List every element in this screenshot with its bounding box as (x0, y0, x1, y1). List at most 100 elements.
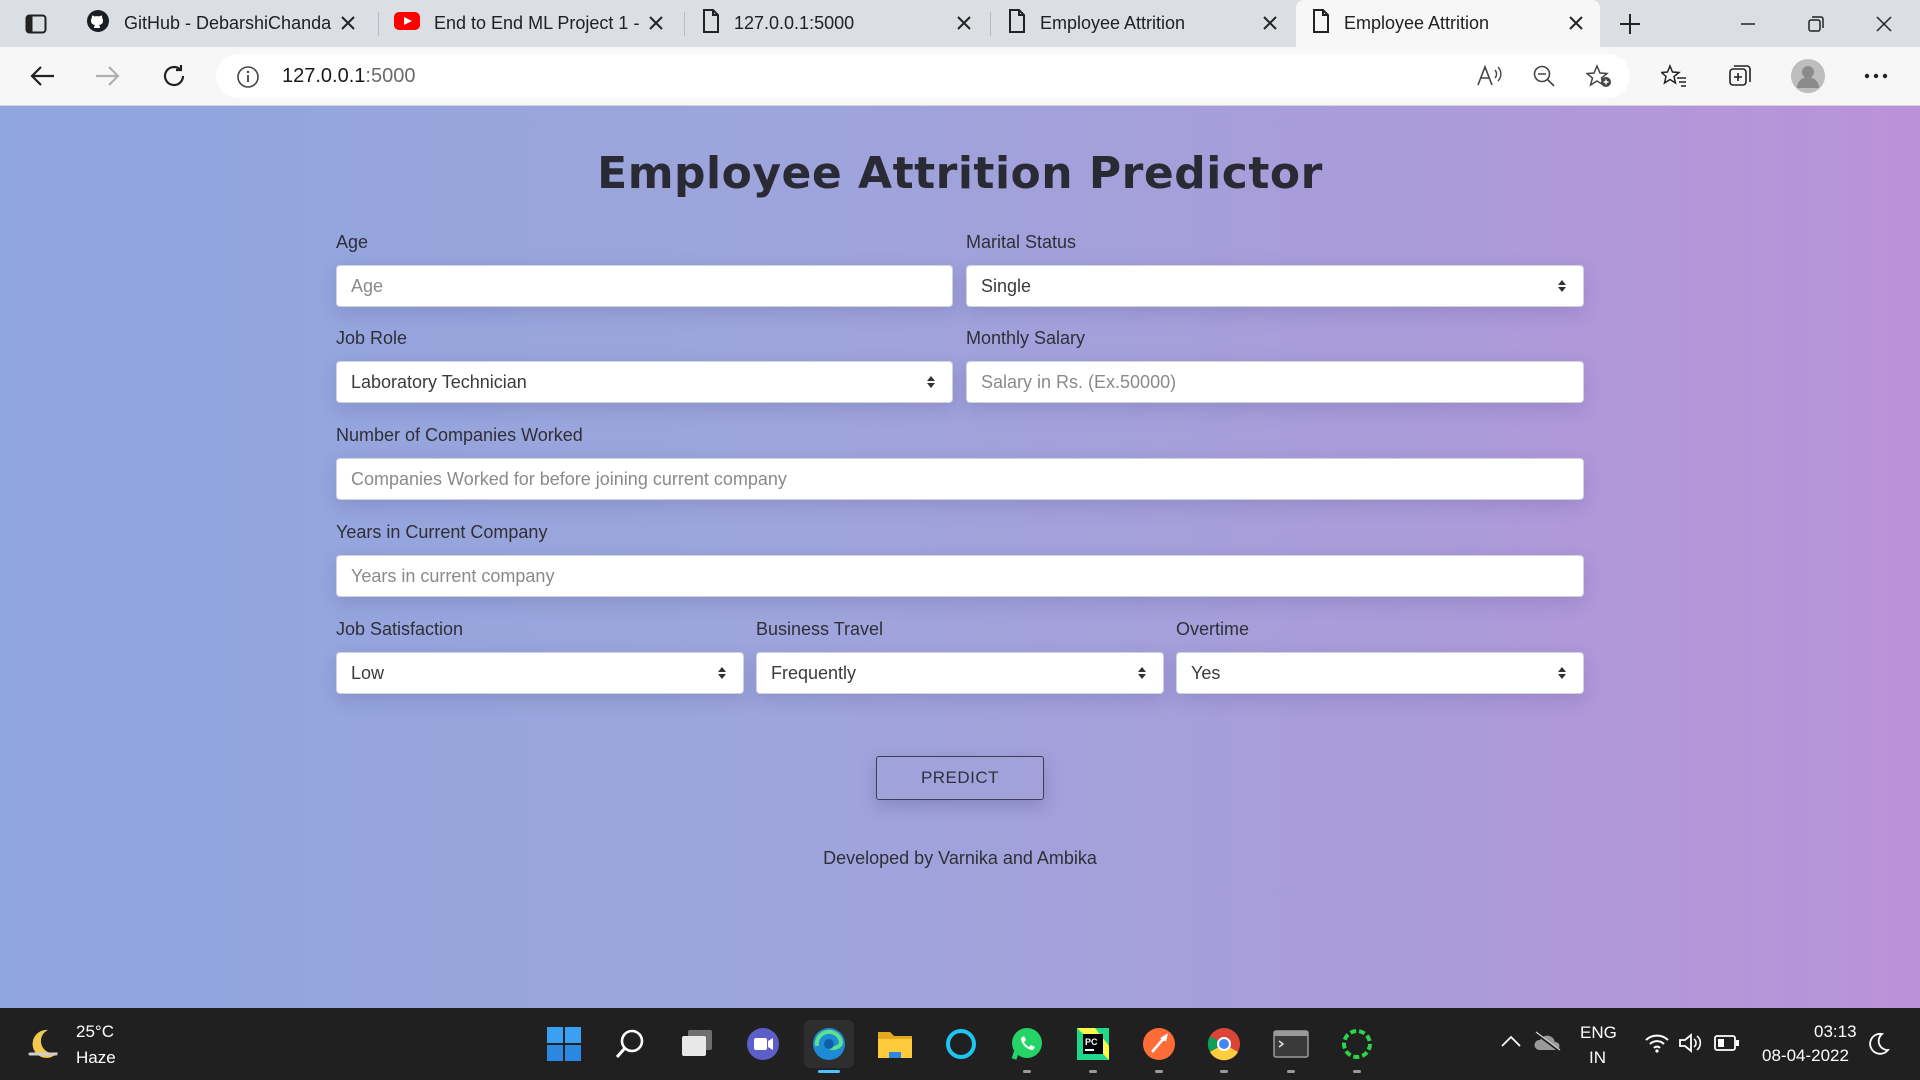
close-icon[interactable] (954, 13, 974, 33)
page-icon (1312, 9, 1330, 38)
tab-title: GitHub - DebarshiChanda (124, 13, 332, 33)
info-icon[interactable] (236, 65, 260, 94)
companies-worked-input[interactable] (336, 458, 1584, 500)
minimize-icon[interactable] (1714, 0, 1782, 47)
job-satisfaction-label: Job Satisfaction (336, 619, 464, 639)
postman-icon[interactable] (1134, 1020, 1184, 1068)
add-favorite-icon[interactable] (1585, 64, 1612, 93)
age-input[interactable] (336, 265, 953, 307)
favorites-icon[interactable] (1654, 56, 1694, 96)
tab-title: End to End ML Project 1 - (434, 13, 640, 33)
app-running-indicator (1353, 1070, 1361, 1073)
active-app-indicator (818, 1070, 840, 1073)
zoom-out-icon[interactable] (1532, 64, 1556, 93)
select-caret-icon (1555, 667, 1569, 679)
back-arrow-icon[interactable] (22, 56, 62, 96)
app-running-indicator (1023, 1070, 1031, 1073)
tab-title: Employee Attrition (1344, 13, 1490, 33)
tab-separator (684, 12, 685, 36)
battery-icon[interactable] (1714, 1034, 1740, 1057)
windows-taskbar: 25°C Haze PC ENG IN 03:13 08-04-2022 (0, 1008, 1920, 1080)
collections-icon[interactable] (1720, 56, 1760, 96)
developer-credit: Developed by Varnika and Ambika (823, 848, 1097, 868)
edge-icon[interactable] (804, 1020, 854, 1068)
teams-chat-icon[interactable] (738, 1020, 788, 1068)
tab-github[interactable]: GitHub - DebarshiChanda (70, 0, 372, 47)
select-caret-icon (715, 667, 729, 679)
start-icon[interactable] (539, 1020, 589, 1068)
app-running-indicator (1089, 1070, 1097, 1073)
browser-toolbar: 127.0.0.1:5000 (0, 47, 1920, 106)
clock-date[interactable]: 08-04-2022 (1762, 1046, 1849, 1066)
close-icon[interactable] (1566, 13, 1586, 33)
select-caret-icon (1555, 280, 1569, 292)
github-icon (86, 9, 110, 38)
page-icon (702, 9, 720, 38)
task-view-icon[interactable] (672, 1020, 722, 1068)
business-travel-label: Business Travel (756, 619, 884, 639)
url-port: :5000 (365, 65, 416, 87)
tab-title: 127.0.0.1:5000 (734, 13, 855, 33)
marital-status-select[interactable]: Single (966, 265, 1584, 307)
read-aloud-icon[interactable] (1476, 64, 1502, 93)
onedrive-icon[interactable] (1532, 1030, 1562, 1059)
job-role-select[interactable]: Laboratory Technician (336, 361, 953, 403)
business-travel-value: Frequently (771, 662, 857, 683)
close-icon[interactable] (338, 13, 358, 33)
clock-time[interactable]: 03:13 (1814, 1022, 1857, 1042)
pycharm-icon[interactable]: PC (1068, 1020, 1118, 1068)
tab-title: Employee Attrition (1040, 13, 1186, 33)
predict-button[interactable]: PREDICT (876, 756, 1044, 800)
language-indicator-line1[interactable]: ENG (1580, 1023, 1617, 1043)
cortana-icon[interactable] (936, 1020, 986, 1068)
tab-separator (990, 12, 991, 36)
profile-avatar[interactable] (1788, 56, 1828, 96)
app-running-indicator (1155, 1070, 1163, 1073)
close-icon[interactable] (646, 13, 666, 33)
new-tab-icon[interactable] (1608, 0, 1652, 47)
select-caret-icon (924, 376, 938, 388)
refresh-icon[interactable] (154, 56, 194, 96)
address-bar[interactable]: 127.0.0.1:5000 (216, 54, 1630, 98)
search-icon[interactable] (605, 1020, 655, 1068)
language-indicator-line2[interactable]: IN (1589, 1048, 1606, 1068)
tab-localhost[interactable]: 127.0.0.1:5000 (686, 0, 988, 47)
more-menu-icon[interactable] (1856, 56, 1896, 96)
tab-employee-attrition[interactable]: Employee Attrition (992, 0, 1294, 47)
forward-arrow-icon[interactable] (88, 56, 128, 96)
close-icon[interactable] (1260, 13, 1280, 33)
monthly-salary-label: Monthly Salary (966, 328, 1086, 348)
page-title: Employee Attrition Predictor (597, 148, 1323, 199)
age-label: Age (336, 232, 369, 252)
years-current-company-input[interactable] (336, 555, 1584, 597)
restore-icon[interactable] (1782, 0, 1850, 47)
volume-icon[interactable] (1678, 1032, 1704, 1059)
wifi-icon[interactable] (1644, 1032, 1670, 1059)
loading-ring-icon[interactable] (1332, 1020, 1382, 1068)
monthly-salary-input[interactable] (966, 361, 1584, 403)
years-current-company-label: Years in Current Company (336, 522, 548, 542)
whatsapp-icon[interactable] (1002, 1020, 1052, 1068)
file-explorer-icon[interactable] (870, 1020, 920, 1068)
tab-youtube[interactable]: End to End ML Project 1 - (378, 0, 680, 47)
svg-text:PC: PC (1085, 1037, 1098, 1047)
weather-moon-icon[interactable] (26, 1026, 62, 1067)
close-window-icon[interactable] (1850, 0, 1918, 47)
app-running-indicator (1220, 1070, 1228, 1073)
url-text: 127.0.0.1:5000 (282, 65, 415, 88)
chrome-icon[interactable] (1199, 1020, 1249, 1068)
companies-worked-label: Number of Companies Worked (336, 425, 583, 445)
job-satisfaction-value: Low (351, 662, 385, 683)
overtime-select[interactable]: Yes (1176, 652, 1584, 694)
weather-temperature: 25°C (76, 1022, 114, 1041)
chevron-up-icon[interactable] (1500, 1034, 1522, 1053)
terminal-icon[interactable] (1266, 1020, 1316, 1068)
page-icon (1008, 9, 1026, 38)
tab-actions-icon[interactable] (14, 0, 58, 47)
url-host: 127.0.0.1 (282, 65, 366, 87)
tab-employee-attrition-active[interactable]: Employee Attrition (1296, 0, 1600, 47)
marital-status-value: Single (981, 275, 1032, 296)
focus-assist-moon-icon[interactable] (1868, 1032, 1890, 1061)
job-satisfaction-select[interactable]: Low (336, 652, 744, 694)
business-travel-select[interactable]: Frequently (756, 652, 1164, 694)
